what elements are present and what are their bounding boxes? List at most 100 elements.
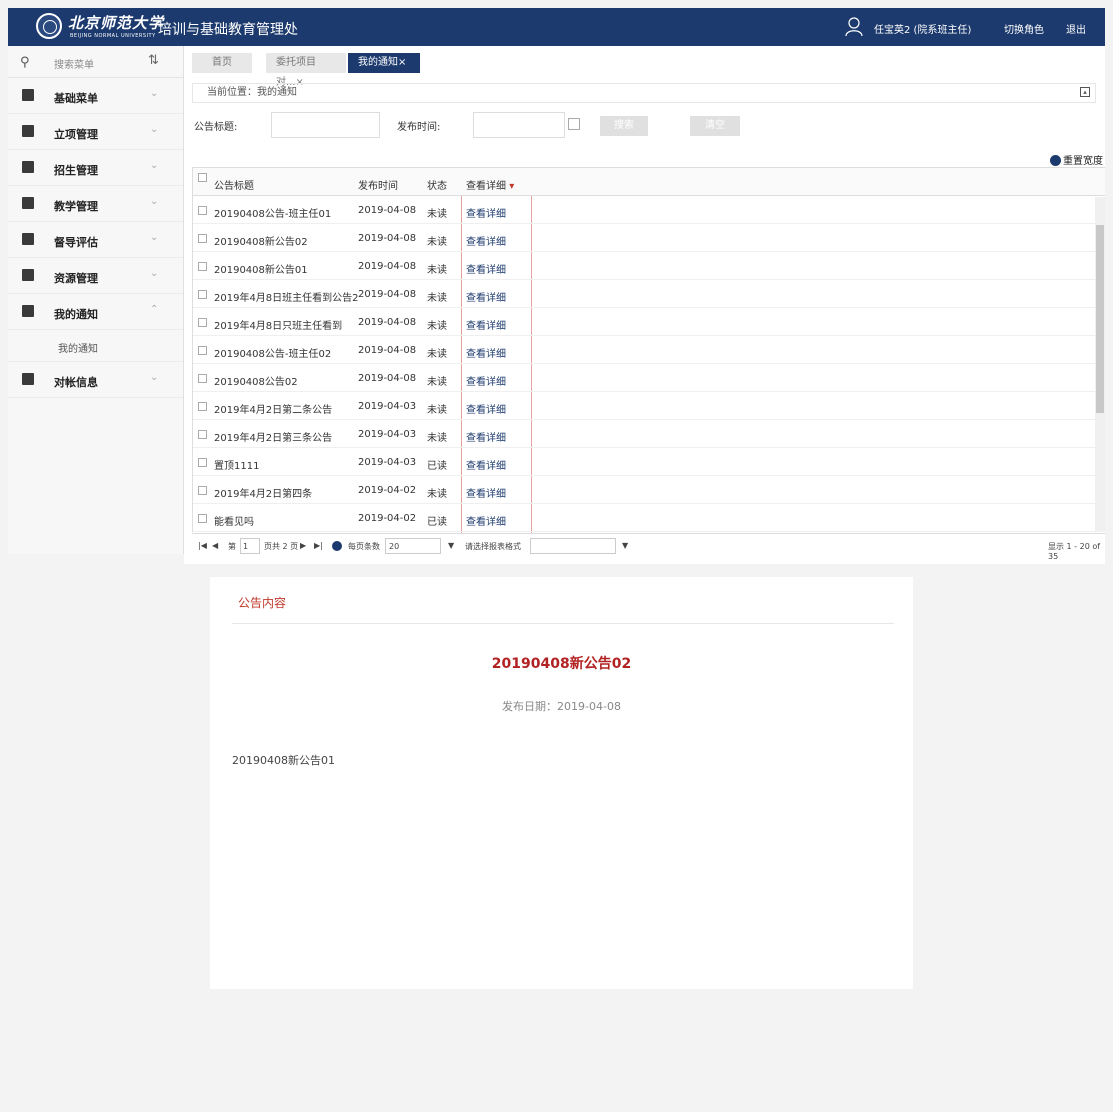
badge-icon xyxy=(22,161,34,173)
row-checkbox[interactable] xyxy=(198,374,207,383)
column-header-date[interactable]: 发布时间 xyxy=(358,177,398,192)
table-row[interactable]: 20190408新公告02 2019-04-08 未读 查看详细 xyxy=(193,224,1105,252)
sidebar-item-enrollment[interactable]: 招生管理 ⌄ xyxy=(8,150,183,186)
page-suffix: 页共 2 页 xyxy=(264,542,299,551)
per-page-label: 每页条数 xyxy=(348,542,380,551)
page-input[interactable]: 1 xyxy=(240,538,260,554)
sidebar-item-project[interactable]: 立项管理 ⌄ xyxy=(8,114,183,150)
title-filter-input[interactable] xyxy=(271,112,380,138)
publish-date: 发布日期：2019-04-08 xyxy=(502,700,621,713)
table-row[interactable]: 20190408公告-班主任01 2019-04-08 未读 查看详细 xyxy=(193,196,1105,224)
prev-page-icon[interactable]: ◀ xyxy=(212,541,218,550)
chevron-down-icon[interactable]: ▼ xyxy=(622,541,628,550)
last-page-icon[interactable]: ▶| xyxy=(314,541,323,550)
table-row[interactable]: 20190408公告-班主任02 2019-04-08 未读 查看详细 xyxy=(193,336,1105,364)
next-page-icon[interactable]: ▶ xyxy=(300,541,306,550)
notice-title-cell: 2019年4月2日第三条公告 xyxy=(214,433,333,444)
per-page-select[interactable]: 20 xyxy=(385,538,441,554)
table-row[interactable]: 能看见吗 2019-04-02 已读 查看详细 xyxy=(193,504,1105,532)
row-checkbox[interactable] xyxy=(198,346,207,355)
book-icon xyxy=(22,197,34,209)
sidebar-item-reconciliation[interactable]: 对帐信息 ⌄ xyxy=(8,362,183,398)
status-cell: 未读 xyxy=(427,209,447,220)
row-checkbox[interactable] xyxy=(198,514,207,523)
tab-entrusted-project[interactable]: 委托项目对...× xyxy=(266,53,346,88)
title-filter-label: 公告标题: xyxy=(194,122,238,133)
sidebar-item-label: 基础菜单 xyxy=(54,92,98,105)
select-all-checkbox[interactable] xyxy=(198,173,207,182)
row-checkbox[interactable] xyxy=(198,486,207,495)
status-cell: 未读 xyxy=(427,377,447,388)
list-icon xyxy=(22,89,34,101)
reset-width-label: 重置宽度 xyxy=(1063,156,1103,167)
table-row[interactable]: 2019年4月2日第三条公告 2019-04-03 未读 查看详细 xyxy=(193,420,1105,448)
row-checkbox[interactable] xyxy=(198,234,207,243)
table-row[interactable]: 置顶1111 2019-04-03 已读 查看详细 xyxy=(193,448,1105,476)
view-detail-link[interactable]: 查看详细 xyxy=(466,513,506,528)
sidebar-item-label: 对帐信息 xyxy=(54,376,98,389)
tab-my-notifications[interactable]: 我的通知× xyxy=(348,53,420,73)
view-detail-link[interactable]: 查看详细 xyxy=(466,205,506,220)
view-detail-link[interactable]: 查看详细 xyxy=(466,429,506,444)
column-header-detail[interactable]: 查看详细 ▾ xyxy=(466,177,514,192)
row-checkbox[interactable] xyxy=(198,290,207,299)
table-row[interactable]: 2019年4月8日班主任看到公告2 2019-04-08 未读 查看详细 xyxy=(193,280,1105,308)
column-header-title[interactable]: 公告标题 xyxy=(214,177,254,192)
logout-link[interactable]: 退出 xyxy=(1066,21,1086,36)
collapse-icon[interactable]: ▴ xyxy=(1080,87,1090,97)
view-detail-link[interactable]: 查看详细 xyxy=(466,373,506,388)
view-detail-link[interactable]: 查看详细 xyxy=(466,261,506,276)
scrollbar-thumb[interactable] xyxy=(1096,225,1104,413)
switch-role-link[interactable]: 切换角色 xyxy=(1004,21,1044,36)
table-row[interactable]: 20190408新公告01 2019-04-08 未读 查看详细 xyxy=(193,252,1105,280)
sidebar-item-basic-menu[interactable]: 基础菜单 ⌄ xyxy=(8,78,183,114)
pen-icon xyxy=(22,233,34,245)
view-detail-link[interactable]: 查看详细 xyxy=(466,401,506,416)
sort-menu-icon[interactable]: ⇅ xyxy=(148,53,159,68)
row-checkbox[interactable] xyxy=(198,262,207,271)
status-cell: 未读 xyxy=(427,265,447,276)
view-detail-link[interactable]: 查看详细 xyxy=(466,457,506,472)
search-button[interactable]: 搜索 xyxy=(600,116,648,136)
row-checkbox[interactable] xyxy=(198,318,207,327)
reset-icon xyxy=(1050,155,1061,166)
row-checkbox[interactable] xyxy=(198,458,207,467)
user-name[interactable]: 任宝英2 (院系班主任) xyxy=(874,21,971,36)
clear-button[interactable]: 清空 xyxy=(690,116,740,136)
table-row[interactable]: 2019年4月2日第二条公告 2019-04-03 未读 查看详细 xyxy=(193,392,1105,420)
view-detail-link[interactable]: 查看详细 xyxy=(466,233,506,248)
menu-search[interactable]: ⚲ 搜索菜单 ⇅ xyxy=(8,46,183,78)
table-row[interactable]: 2019年4月8日只班主任看到 2019-04-08 未读 查看详细 xyxy=(193,308,1105,336)
export-format-select[interactable] xyxy=(530,538,616,554)
logo-text: 北京师范大学 xyxy=(68,14,165,32)
table-row[interactable]: 2019年4月2日第四条 2019-04-02 未读 查看详细 xyxy=(193,476,1105,504)
refresh-icon[interactable] xyxy=(332,541,342,551)
tab-home[interactable]: 首页 xyxy=(192,53,252,73)
sidebar-item-supervision[interactable]: 督导评估 ⌄ xyxy=(8,222,183,258)
sidebar-item-teaching[interactable]: 教学管理 ⌄ xyxy=(8,186,183,222)
publish-date-cell: 2019-04-08 xyxy=(358,373,417,384)
view-detail-link[interactable]: 查看详细 xyxy=(466,289,506,304)
row-checkbox[interactable] xyxy=(198,206,207,215)
sidebar: ⚲ 搜索菜单 ⇅ 基础菜单 ⌄ 立项管理 ⌄ 招生管理 ⌄ 教学管理 ⌄ 督导评… xyxy=(8,46,184,554)
first-page-icon[interactable]: |◀ xyxy=(198,541,207,550)
sidebar-subitem-my-notifications[interactable]: 我的通知 xyxy=(8,330,183,362)
reset-width-button[interactable]: 重置宽度 xyxy=(1050,152,1103,167)
calendar-icon[interactable] xyxy=(568,118,580,130)
row-checkbox[interactable] xyxy=(198,430,207,439)
menu-search-placeholder: 搜索菜单 xyxy=(54,60,94,71)
view-detail-link[interactable]: 查看详细 xyxy=(466,345,506,360)
chevron-down-icon[interactable]: ▼ xyxy=(448,541,454,550)
column-header-status[interactable]: 状态 xyxy=(427,177,447,192)
sidebar-item-resources[interactable]: 资源管理 ⌄ xyxy=(8,258,183,294)
publish-date-cell: 2019-04-08 xyxy=(358,289,417,300)
view-detail-link[interactable]: 查看详细 xyxy=(466,317,506,332)
time-filter-input[interactable] xyxy=(473,112,565,138)
view-detail-link[interactable]: 查看详细 xyxy=(466,485,506,500)
table-row[interactable]: 20190408公告02 2019-04-08 未读 查看详细 xyxy=(193,364,1105,392)
table-scrollbar[interactable] xyxy=(1095,197,1105,531)
row-checkbox[interactable] xyxy=(198,402,207,411)
status-cell: 未读 xyxy=(427,321,447,332)
sidebar-item-notifications[interactable]: 我的通知 ⌃ xyxy=(8,294,183,330)
notice-body: 20190408新公告01 xyxy=(232,754,335,767)
